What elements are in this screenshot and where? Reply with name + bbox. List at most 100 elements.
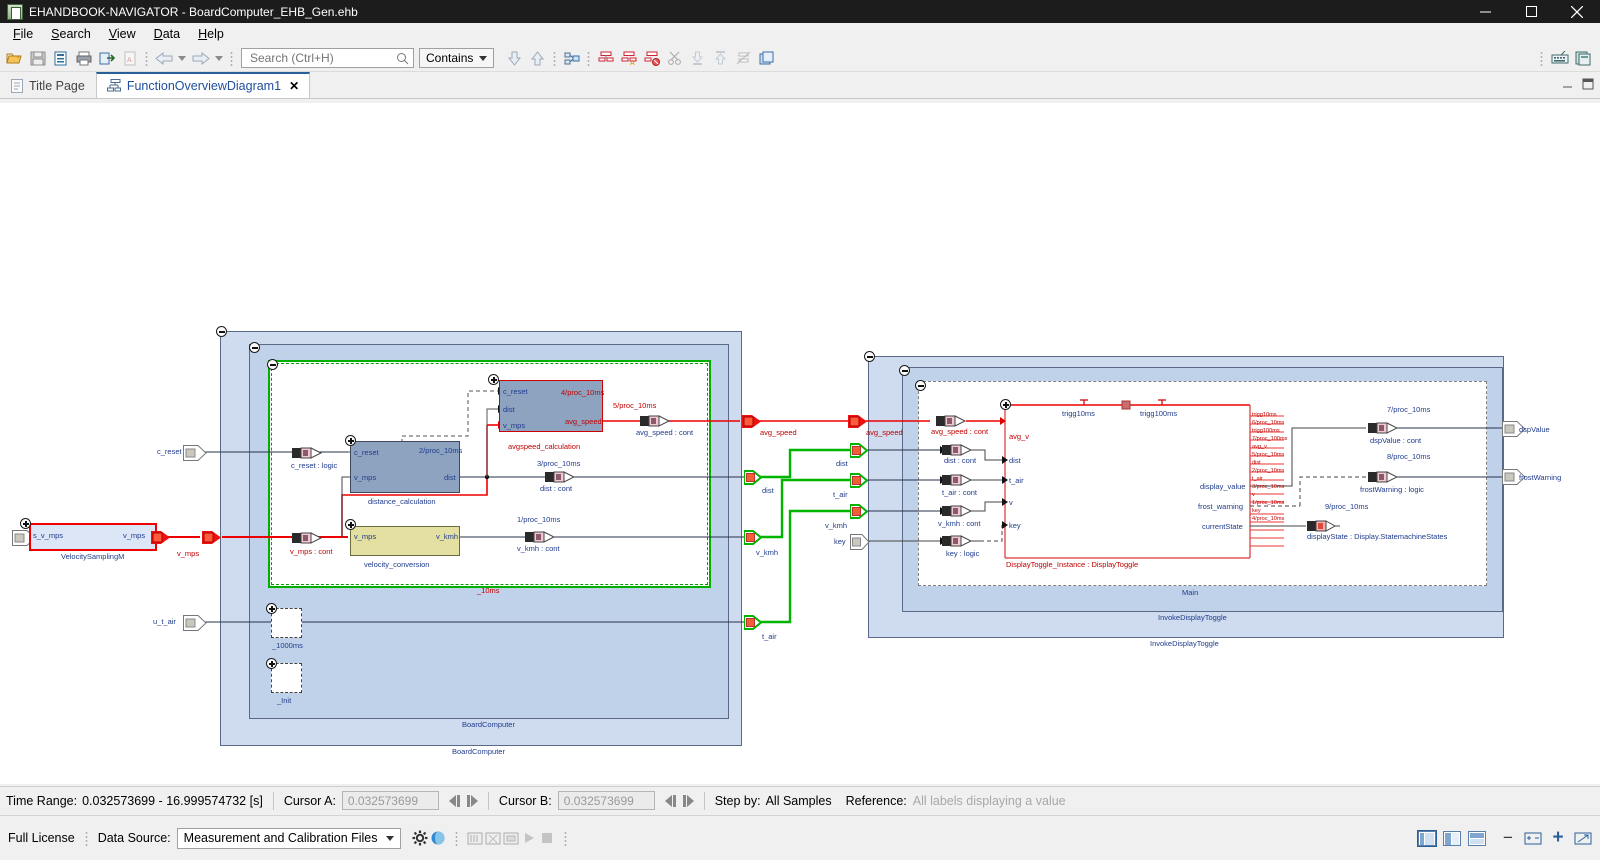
signal-arrow-v-mps[interactable] bbox=[202, 529, 222, 549]
menu-item-view[interactable]: View bbox=[100, 25, 145, 43]
tab-title-page-label: Title Page bbox=[29, 78, 85, 93]
signal-arrow-v-kmh-out[interactable] bbox=[743, 529, 763, 549]
expander-main[interactable] bbox=[915, 380, 926, 391]
diagram-canvas[interactable]: c_reset u_t_air s_v_mps v_mps VelocitySa… bbox=[0, 103, 1600, 784]
show-label-a-icon[interactable]: A bbox=[618, 48, 639, 69]
signal-arrow-t-air-in[interactable] bbox=[849, 472, 869, 492]
menu-item-search[interactable]: Search bbox=[42, 25, 100, 43]
arrow-down-icon[interactable] bbox=[504, 48, 525, 69]
window-overview-icon[interactable] bbox=[1573, 48, 1594, 69]
expand-up-icon[interactable] bbox=[710, 48, 731, 69]
cut-connection-icon[interactable] bbox=[664, 48, 685, 69]
match-mode-dropdown[interactable]: Contains bbox=[419, 48, 495, 68]
measurement-filter-icon[interactable] bbox=[484, 829, 502, 847]
menu-item-help[interactable]: Help bbox=[189, 25, 233, 43]
zoom-in-button[interactable]: + bbox=[1549, 827, 1567, 848]
tag-5-proc-10ms: 5/proc_10ms bbox=[613, 401, 657, 410]
block-scheduler-init[interactable] bbox=[271, 663, 302, 693]
signal-arrow-dist-in[interactable] bbox=[849, 442, 869, 462]
step-by-value[interactable]: All Samples bbox=[766, 794, 832, 808]
signal-arrow-avg-speed-in[interactable] bbox=[848, 413, 868, 433]
expander-boardcomputer-inner[interactable] bbox=[249, 342, 260, 353]
pdf-icon[interactable]: A bbox=[119, 48, 140, 69]
tab-title-page[interactable]: Title Page bbox=[0, 72, 96, 98]
cursor-a-step-forward[interactable] bbox=[466, 794, 478, 807]
tab-function-overview-diagram1[interactable]: FunctionOverviewDiagram1 ✕ bbox=[95, 72, 311, 98]
menu-item-file[interactable]: File bbox=[4, 25, 42, 43]
sphere-icon[interactable] bbox=[429, 829, 447, 847]
signal-arrow-avg-speed-out[interactable] bbox=[742, 413, 762, 433]
gear-icon[interactable] bbox=[411, 829, 429, 847]
menu-item-data[interactable]: Data bbox=[145, 25, 189, 43]
signal-label-key-in: key bbox=[834, 537, 846, 546]
fit-zoom-icon[interactable] bbox=[1524, 829, 1542, 847]
cursor-b-input[interactable]: 0.032573699 bbox=[557, 791, 655, 810]
port-c-reset[interactable] bbox=[183, 445, 207, 464]
expander-velocitysamplingm[interactable] bbox=[20, 518, 31, 529]
port-label-u-t-air: u_t_air bbox=[153, 617, 176, 626]
collapse-down-icon[interactable] bbox=[687, 48, 708, 69]
layout-grid-icon[interactable] bbox=[1468, 830, 1486, 846]
port-u-t-air[interactable] bbox=[183, 615, 207, 634]
layout-split-icon[interactable] bbox=[1443, 830, 1461, 846]
data-source-dropdown[interactable]: Measurement and Calibration Files bbox=[176, 827, 401, 849]
expander-scheduler-10ms[interactable] bbox=[267, 359, 278, 370]
keyboard-icon[interactable] bbox=[1549, 48, 1570, 69]
signal-arrow-v-mps-src[interactable] bbox=[151, 529, 171, 549]
signal-arrow-t-air-out[interactable] bbox=[743, 614, 763, 634]
zoom-out-button[interactable]: − bbox=[1499, 828, 1517, 847]
calibration-icon[interactable] bbox=[502, 829, 520, 847]
label-t-air-cont-main: t_air : cont bbox=[942, 488, 978, 497]
expander-avgspeed-calculation[interactable] bbox=[488, 374, 499, 385]
search-input[interactable] bbox=[248, 50, 396, 66]
expander-invokedisplaytoggle-inner[interactable] bbox=[899, 365, 910, 376]
forward-dropdown-icon[interactable] bbox=[213, 48, 225, 69]
reset-zoom-icon[interactable] bbox=[1574, 829, 1592, 847]
back-arrow-icon[interactable] bbox=[153, 48, 174, 69]
restore-panel-icon[interactable] bbox=[1562, 78, 1574, 93]
expander-scheduler-init[interactable] bbox=[266, 658, 277, 669]
hide-labels-icon[interactable] bbox=[641, 48, 662, 69]
tag-1-proc-10ms: 1/proc_10ms bbox=[517, 515, 561, 524]
close-button[interactable] bbox=[1554, 0, 1600, 23]
connector-v-mps-cont[interactable] bbox=[292, 531, 328, 548]
expander-invokedisplaytoggle-outer[interactable] bbox=[864, 351, 875, 362]
signal-arrow-key-in[interactable] bbox=[850, 534, 870, 553]
forward-arrow-icon[interactable] bbox=[190, 48, 211, 69]
play-icon[interactable] bbox=[520, 829, 538, 847]
block-velocity-conversion[interactable] bbox=[350, 526, 460, 556]
maximize-button[interactable] bbox=[1508, 0, 1554, 23]
cursor-a-input[interactable]: 0.032573699 bbox=[341, 791, 439, 810]
expander-velocity-conversion[interactable] bbox=[345, 519, 356, 530]
expander-distance-calculation[interactable] bbox=[345, 435, 356, 446]
expander-boardcomputer-outer[interactable] bbox=[216, 326, 227, 337]
signal-arrow-dist-out[interactable] bbox=[743, 469, 763, 489]
tab-close-button[interactable]: ✕ bbox=[289, 79, 299, 93]
print-icon[interactable] bbox=[73, 48, 94, 69]
signal-arrow-v-kmh-in[interactable] bbox=[849, 503, 869, 523]
layout-blocks-icon[interactable] bbox=[561, 48, 582, 69]
show-labels-icon[interactable] bbox=[595, 48, 616, 69]
expander-displaytoggle-instance[interactable] bbox=[1000, 399, 1011, 410]
cursor-a-step-back[interactable] bbox=[448, 794, 460, 807]
save-icon[interactable] bbox=[27, 48, 48, 69]
duplicate-view-icon[interactable] bbox=[756, 48, 777, 69]
label-scheduler-1000ms: _1000ms bbox=[272, 641, 303, 650]
document-properties-icon[interactable] bbox=[50, 48, 71, 69]
open-folder-icon[interactable] bbox=[4, 48, 25, 69]
block-scheduler-1000ms[interactable] bbox=[271, 608, 302, 638]
cursor-a-value: 0.032573699 bbox=[347, 793, 418, 808]
arrow-up-icon[interactable] bbox=[527, 48, 548, 69]
stop-icon[interactable] bbox=[538, 829, 556, 847]
cursor-b-step-back[interactable] bbox=[664, 794, 676, 807]
search-box[interactable] bbox=[241, 48, 414, 68]
back-dropdown-icon[interactable] bbox=[176, 48, 188, 69]
remove-link-icon[interactable] bbox=[733, 48, 754, 69]
export-icon[interactable] bbox=[96, 48, 117, 69]
expander-scheduler-1000ms[interactable] bbox=[266, 603, 277, 614]
cursor-b-step-forward[interactable] bbox=[682, 794, 694, 807]
maximize-panel-icon[interactable] bbox=[1582, 78, 1594, 93]
layout-single-icon[interactable] bbox=[1417, 829, 1437, 847]
minimize-button[interactable] bbox=[1462, 0, 1508, 23]
measurement-icon[interactable] bbox=[466, 829, 484, 847]
